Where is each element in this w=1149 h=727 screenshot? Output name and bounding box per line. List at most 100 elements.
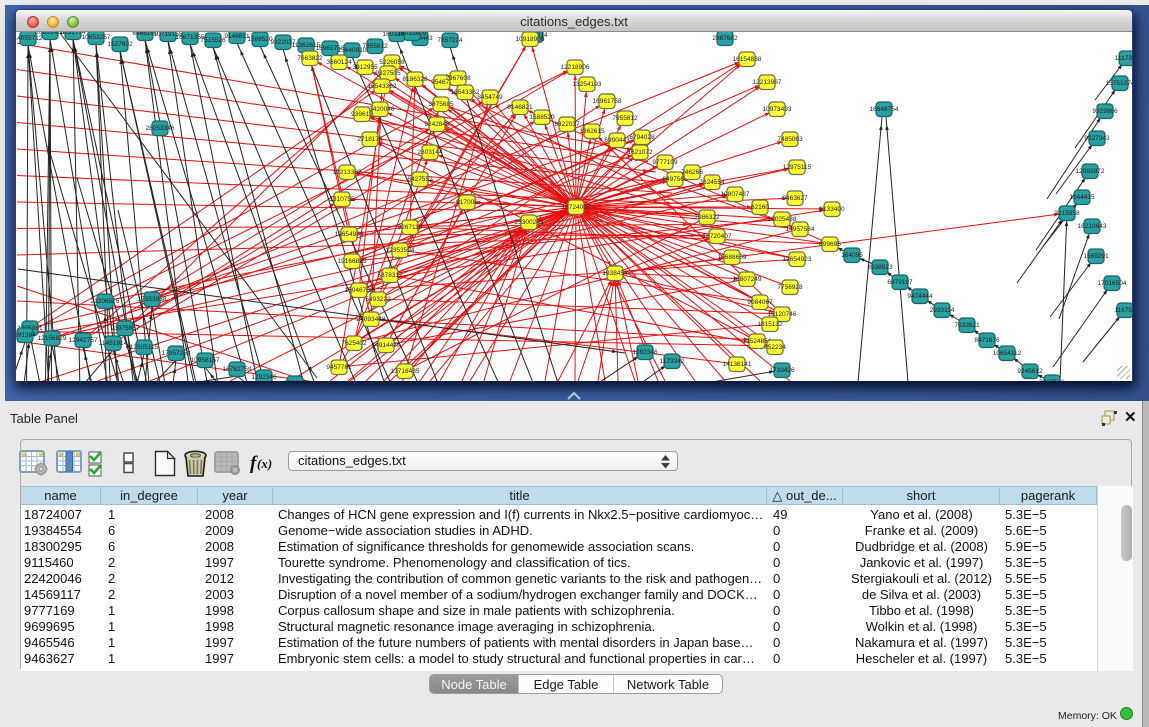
svg-text:93975887: 93975887	[111, 325, 140, 332]
svg-text:18807249: 18807249	[733, 276, 762, 283]
svg-text:16210643: 16210643	[1078, 223, 1107, 230]
svg-text:7756928: 7756928	[777, 284, 803, 291]
svg-text:10958157: 10958157	[191, 357, 220, 364]
svg-text:7625402: 7625402	[341, 340, 367, 347]
svg-text:12218906: 12218906	[561, 64, 590, 71]
svg-text:14914479: 14914479	[372, 342, 401, 349]
svg-text:10918906: 10918906	[516, 36, 545, 43]
svg-text:3624554: 3624554	[699, 179, 725, 186]
svg-text:7663822: 7663822	[297, 55, 323, 62]
svg-text:13254193: 13254193	[573, 81, 602, 88]
svg-text:10688609: 10688609	[718, 254, 747, 261]
svg-text:2803144: 2803144	[417, 149, 443, 156]
svg-text:28053346: 28053346	[146, 125, 175, 132]
svg-text:10653267: 10653267	[82, 34, 111, 41]
svg-text:12156829: 12156829	[38, 335, 67, 342]
svg-text:8322037: 8322037	[554, 121, 580, 128]
svg-text:17016504: 17016504	[1098, 280, 1127, 287]
svg-text:3875685: 3875685	[428, 101, 454, 108]
svg-text:9267110: 9267110	[398, 224, 423, 231]
svg-text:16154838: 16154838	[733, 56, 762, 63]
svg-text:12654923: 12654923	[783, 256, 812, 263]
svg-text:9777109: 9777109	[652, 159, 678, 166]
svg-text:8186328: 8186328	[402, 76, 428, 83]
svg-text:9242848: 9242848	[424, 121, 450, 128]
svg-text:6990443: 6990443	[604, 137, 630, 144]
svg-text:11451914: 11451914	[99, 340, 128, 347]
svg-text:12213382: 12213382	[333, 169, 362, 176]
svg-text:2967608: 2967608	[445, 75, 471, 82]
svg-text:12353594: 12353594	[386, 247, 415, 254]
svg-text:8471676: 8471676	[974, 337, 1000, 344]
svg-text:7857224: 7857224	[437, 37, 463, 44]
svg-text:8938923: 8938923	[867, 264, 893, 271]
svg-text:1588520: 1588520	[247, 36, 273, 43]
svg-text:939613: 939613	[351, 111, 373, 118]
svg-text:12505115: 12505115	[130, 344, 159, 351]
svg-text:8454749: 8454749	[477, 94, 503, 101]
svg-text:2887682: 2887682	[712, 35, 738, 42]
svg-text:6879197: 6879197	[887, 279, 913, 286]
svg-text:12975115: 12975115	[783, 164, 812, 171]
svg-text:10973493: 10973493	[763, 106, 792, 113]
svg-text:3215958: 3215958	[1054, 210, 1080, 217]
svg-text:8427552: 8427552	[407, 176, 433, 183]
svg-text:3660124: 3660124	[326, 59, 352, 66]
svg-text:12942757: 12942757	[69, 337, 98, 344]
svg-text:9329966: 9329966	[1092, 108, 1118, 115]
svg-text:21206576: 21206576	[91, 298, 120, 305]
svg-text:18724007: 18724007	[562, 204, 591, 211]
svg-text:9245612: 9245612	[1017, 368, 1043, 375]
svg-text:16033809: 16033809	[398, 32, 427, 37]
svg-text:16782759: 16782759	[223, 366, 252, 373]
svg-text:9146821: 9146821	[224, 33, 250, 40]
svg-text:10807487: 10807487	[721, 191, 750, 198]
svg-text:7485063: 7485063	[777, 136, 803, 143]
svg-text:959393: 959393	[284, 380, 306, 381]
svg-text:116753: 116753	[1114, 307, 1132, 314]
svg-text:9146821: 9146821	[507, 104, 533, 111]
svg-text:9084067: 9084067	[747, 299, 773, 306]
svg-text:952234: 952234	[764, 344, 786, 351]
svg-text:1173342: 1173342	[660, 358, 685, 365]
svg-text:16648754: 16648754	[870, 106, 899, 113]
svg-text:14136141: 14136141	[723, 361, 752, 368]
svg-text:24093448: 24093448	[357, 316, 386, 323]
svg-text:1588520: 1588520	[529, 114, 555, 121]
svg-text:5493222: 5493222	[365, 296, 391, 303]
svg-text:13716485: 13716485	[391, 368, 420, 375]
svg-text:391394: 391394	[16, 332, 36, 339]
svg-text:15751074: 15751074	[1106, 80, 1132, 87]
svg-text:16543362: 16543362	[451, 89, 480, 96]
svg-text:9227343: 9227343	[1084, 135, 1110, 142]
svg-text:9463546: 9463546	[1039, 379, 1065, 381]
svg-text:16543362: 16543362	[368, 83, 397, 90]
svg-text:7986322: 7986322	[694, 214, 720, 221]
svg-text:1310755: 1310755	[329, 196, 355, 203]
svg-text:7955812: 7955812	[362, 43, 388, 50]
svg-text:5878312: 5878312	[377, 272, 403, 279]
svg-text:16961758: 16961758	[593, 98, 622, 105]
svg-text:2933114: 2933114	[930, 307, 955, 314]
svg-text:12213967: 12213967	[753, 79, 782, 86]
svg-text:7515526: 7515526	[200, 37, 226, 44]
svg-text:10025438: 10025438	[768, 216, 797, 223]
svg-text:9133400: 9133400	[819, 206, 845, 213]
svg-text:746266: 746266	[681, 169, 703, 176]
svg-text:15720407: 15720407	[703, 233, 732, 240]
svg-text:917006: 917006	[456, 199, 478, 206]
svg-text:9327505: 9327505	[375, 70, 401, 77]
svg-text:9474444: 9474444	[907, 293, 933, 300]
svg-text:1362615: 1362615	[579, 128, 605, 135]
svg-text:14055712: 14055712	[16, 35, 43, 42]
svg-text:3912955: 3912955	[352, 64, 378, 71]
svg-text:1117334: 1117334	[1115, 55, 1132, 62]
svg-text:1733426: 1733426	[769, 367, 795, 374]
svg-text:1292346: 1292346	[632, 349, 658, 356]
svg-text:2718176: 2718176	[357, 136, 383, 143]
svg-text:62160: 62160	[751, 204, 769, 211]
svg-text:14957584: 14957584	[786, 226, 815, 233]
svg-text:1292346: 1292346	[251, 374, 277, 381]
svg-text:1615132: 1615132	[757, 321, 783, 328]
svg-text:1244415: 1244415	[1069, 194, 1095, 201]
